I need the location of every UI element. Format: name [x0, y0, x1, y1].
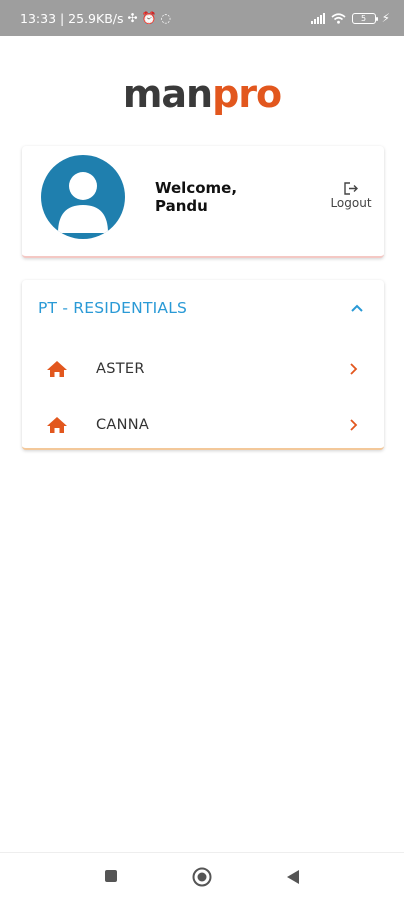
site-label: ASTER [96, 361, 145, 377]
status-right: 5 ⚡ [310, 11, 390, 25]
battery-level: 5 [361, 13, 367, 23]
welcome-message: Welcome, Pandu [155, 179, 237, 215]
project-title: PT - RESIDENTIALS [38, 299, 188, 317]
app-logo: manpro [0, 72, 404, 116]
project-card: PT - RESIDENTIALS ASTER CANNA [22, 280, 384, 450]
logo-text-man: man [122, 72, 213, 116]
charging-icon: ⚡ [381, 11, 390, 25]
home-button[interactable] [192, 867, 212, 892]
chevron-right-icon [350, 363, 358, 375]
chevron-up-icon[interactable] [350, 303, 364, 313]
chevron-right-icon [350, 419, 358, 431]
home-icon [47, 417, 67, 433]
site-item-canna[interactable]: CANNA [22, 399, 384, 451]
user-name: Pandu [155, 197, 208, 215]
status-bar: 13:33 | 25.9KB/s ✣ ⏰ ◌ 5 ⚡ [0, 0, 404, 36]
logout-button[interactable]: Logout [327, 182, 375, 210]
recents-button[interactable] [104, 869, 118, 888]
sync-icon: ✣ [127, 11, 138, 25]
user-avatar-icon [58, 172, 108, 233]
system-nav-bar [0, 852, 404, 900]
logout-label: Logout [330, 196, 372, 210]
project-header[interactable]: PT - RESIDENTIALS [22, 280, 384, 336]
status-time-speed: 13:33 | 25.9KB/s [20, 10, 124, 26]
battery-icon: 5 [351, 12, 378, 24]
avatar [41, 155, 125, 239]
logout-icon [344, 182, 358, 195]
alarm-icon: ⏰ [141, 11, 157, 25]
signal-icon [310, 12, 325, 24]
welcome-greeting: Welcome, [155, 179, 238, 197]
whatsapp-icon: ◌ [160, 11, 172, 25]
profile-card: Welcome, Pandu Logout [22, 146, 384, 258]
back-triangle-icon [287, 870, 299, 884]
site-item-aster[interactable]: ASTER [22, 343, 384, 395]
wifi-icon [331, 12, 346, 24]
logo-text-pro: pro [212, 72, 282, 116]
circle-icon [192, 867, 212, 887]
back-button[interactable] [286, 869, 300, 890]
home-icon [47, 361, 67, 377]
square-icon [105, 870, 117, 882]
status-left: 13:33 | 25.9KB/s ✣ ⏰ ◌ [20, 11, 171, 26]
site-label: CANNA [96, 417, 150, 433]
